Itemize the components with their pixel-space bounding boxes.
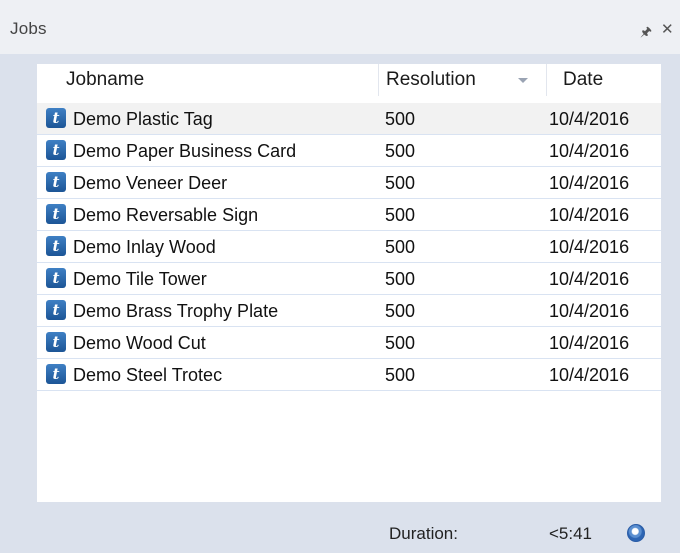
cell-resolution: 500: [385, 205, 416, 225]
cell-resolution: 500: [385, 173, 416, 193]
pin-icon[interactable]: 🖈: [640, 23, 652, 45]
cell-date: 10/4/2016: [549, 141, 630, 161]
cell-resolution: 500: [385, 301, 416, 321]
cell-date: 10/4/2016: [549, 109, 630, 129]
title-bar: Jobs 🖈 ✕: [0, 0, 680, 54]
job-file-icon: t: [46, 204, 66, 224]
column-header-resolution[interactable]: Resolution: [386, 64, 476, 96]
cell-resolution: 500: [385, 365, 416, 385]
table-body: t Demo Plastic Tag 500 10/4/2016 t Demo Paper…: [37, 103, 661, 391]
cell-date: 10/4/2016: [549, 237, 630, 257]
cell-jobname: Demo Wood Cut: [73, 333, 206, 353]
cell-resolution: 500: [385, 333, 416, 353]
column-header-date[interactable]: Date: [563, 64, 603, 96]
table-header: Jobname Resolution Date: [37, 64, 661, 96]
close-icon[interactable]: ✕: [661, 20, 674, 38]
duration-value: <5:41: [549, 524, 593, 543]
sort-descending-icon: [518, 78, 528, 83]
cell-date: 10/4/2016: [549, 365, 630, 385]
table-row[interactable]: t Demo Brass Trophy Plate 500 10/4/2016: [37, 295, 661, 327]
table-row[interactable]: t Demo Inlay Wood 500 10/4/2016: [37, 231, 661, 263]
job-file-icon: t: [46, 172, 66, 192]
job-file-icon: t: [46, 268, 66, 288]
cell-date: 10/4/2016: [549, 301, 630, 321]
job-file-icon: t: [46, 300, 66, 320]
cell-jobname: Demo Reversable Sign: [73, 205, 259, 225]
cell-resolution: 500: [385, 109, 416, 129]
table-row[interactable]: t Demo Reversable Sign 500 10/4/2016: [37, 199, 661, 231]
table-row[interactable]: t Demo Paper Business Card 500 10/4/2016: [37, 135, 661, 167]
table-row[interactable]: t Demo Plastic Tag 500 10/4/2016: [37, 103, 661, 135]
cell-jobname: Demo Paper Business Card: [73, 141, 297, 161]
cell-resolution: 500: [385, 141, 416, 161]
table-row[interactable]: t Demo Tile Tower 500 10/4/2016: [37, 263, 661, 295]
job-file-icon: t: [46, 140, 66, 160]
column-separator[interactable]: [546, 64, 547, 96]
job-file-icon: t: [46, 332, 66, 352]
table-row[interactable]: t Demo Wood Cut 500 10/4/2016: [37, 327, 661, 359]
table-row[interactable]: t Demo Veneer Deer 500 10/4/2016: [37, 167, 661, 199]
jobs-table: Jobname Resolution Date t Demo Plastic Ta…: [37, 64, 661, 502]
cell-resolution: 500: [385, 237, 416, 257]
status-icon[interactable]: [627, 524, 645, 542]
column-header-jobname[interactable]: Jobname: [66, 64, 144, 96]
table-row[interactable]: t Demo Steel Trotec 500 10/4/2016: [37, 359, 661, 391]
cell-jobname: Demo Plastic Tag: [73, 109, 213, 129]
job-file-icon: t: [46, 364, 66, 384]
cell-jobname: Demo Inlay Wood: [73, 237, 216, 257]
cell-resolution: 500: [385, 269, 416, 289]
duration-label: Duration:: [389, 524, 458, 543]
cell-jobname: Demo Brass Trophy Plate: [73, 301, 279, 321]
cell-jobname: Demo Tile Tower: [73, 269, 207, 289]
cell-date: 10/4/2016: [549, 333, 630, 353]
job-file-icon: t: [46, 236, 66, 256]
cell-date: 10/4/2016: [549, 205, 630, 225]
job-file-icon: t: [46, 108, 66, 128]
status-bar: Duration: <5:41: [0, 510, 680, 553]
cell-date: 10/4/2016: [549, 173, 630, 193]
cell-jobname: Demo Veneer Deer: [73, 173, 228, 193]
window-title: Jobs: [10, 19, 47, 38]
cell-date: 10/4/2016: [549, 269, 630, 289]
cell-jobname: Demo Steel Trotec: [73, 365, 223, 385]
column-separator[interactable]: [378, 64, 379, 96]
